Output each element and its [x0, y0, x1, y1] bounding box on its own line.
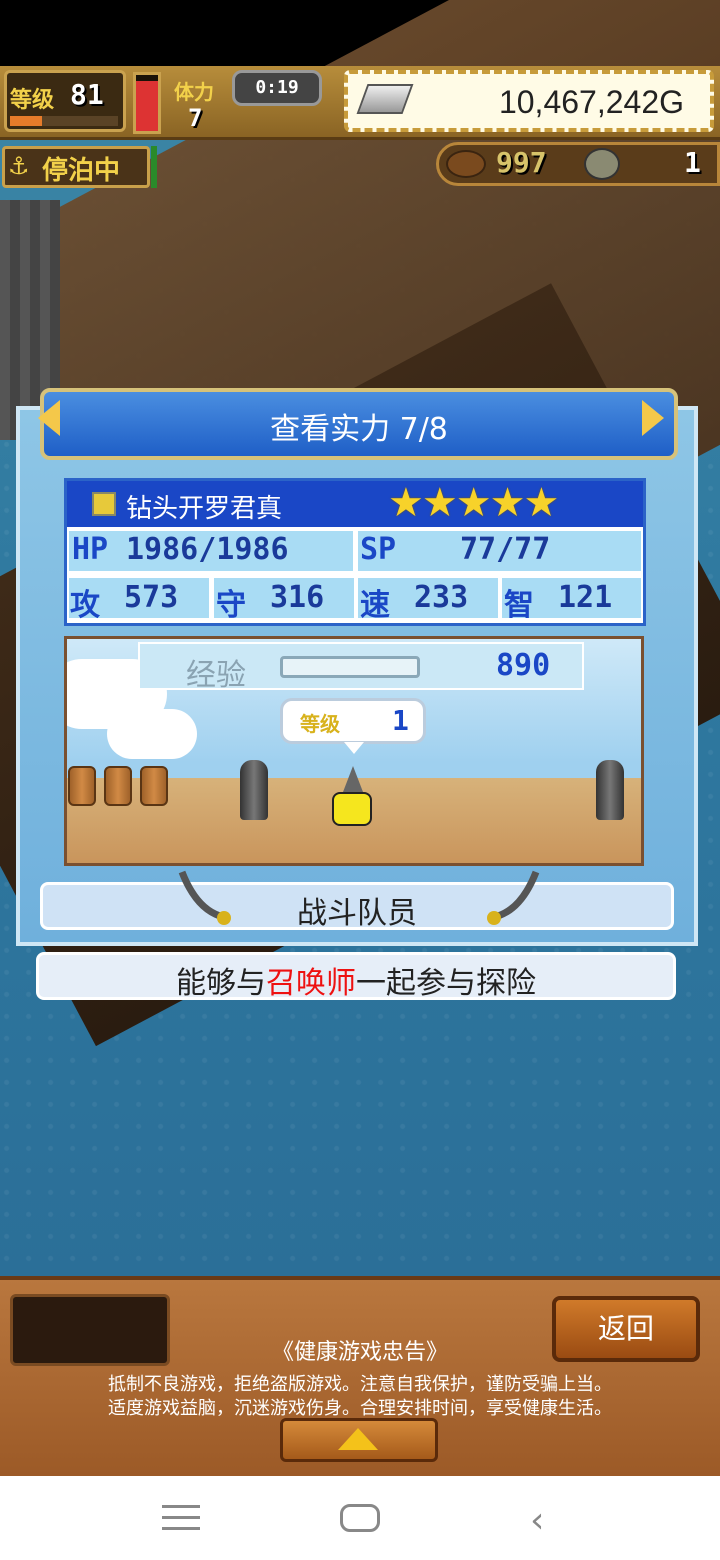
description-prefix: 能够与 [176, 966, 266, 1001]
barrel-icon [446, 150, 486, 178]
sp-label: SP [360, 532, 397, 567]
health-advisory-line-1: 抵制不良游戏，拒绝盗版游戏。注意自我保护，谨防受骗上当。 [108, 1374, 612, 1395]
level-value: 81 [70, 78, 104, 111]
team-label: 战斗队员 [297, 896, 417, 931]
spd-value: 233 [414, 580, 469, 615]
prev-arrow-icon[interactable] [38, 400, 60, 436]
gold-value: 10,467,242G [498, 84, 684, 120]
def-label: 守 [216, 588, 246, 623]
atk-value: 573 [124, 580, 179, 615]
rarity-stars: ★★★★★ [388, 480, 559, 526]
level-label: 等级 [10, 88, 55, 113]
character-name: 钻头开罗君真 [126, 494, 283, 524]
description: 能够与召唤师一起参与探险 [36, 958, 676, 1002]
bubble-level-value: 1 [392, 704, 409, 737]
recent-apps-icon[interactable] [162, 1505, 200, 1531]
exp-label: 经验 [186, 658, 246, 693]
barrel [104, 766, 132, 806]
stamina-panel: 体力 7 [170, 72, 240, 134]
exp-value: 890 [496, 648, 551, 683]
drill-hat-icon [343, 766, 363, 792]
bubble-level-label: 等级 [300, 712, 340, 736]
cloud [107, 709, 197, 759]
dialog-title: 查看实力 7/8 [270, 412, 448, 447]
cannon [240, 760, 268, 820]
moored-label: 停泊中 [42, 156, 121, 186]
timer: 0:19 [232, 70, 322, 106]
moored-indicator [151, 146, 157, 188]
job-icon [92, 492, 116, 516]
cannon [596, 760, 624, 820]
up-arrow-icon [338, 1428, 378, 1450]
barrel [68, 766, 96, 806]
health-advisory-line-2: 适度游戏益脑，沉迷游戏伤身。合理安排时间，享受健康生活。 [108, 1398, 612, 1419]
description-suffix: 一起参与探险 [356, 966, 536, 1001]
sp-value: 77/77 [460, 532, 551, 567]
hp-gauge [133, 72, 161, 134]
stamina-label: 体力 [174, 80, 214, 104]
atk-label: 攻 [70, 588, 100, 623]
character-sprite [332, 792, 372, 826]
int-label: 智 [504, 588, 534, 623]
back-arrow-icon[interactable]: ‹ [530, 1500, 544, 1541]
spd-label: 速 [360, 588, 390, 623]
resource-value-1: 997 [496, 146, 547, 179]
hp-value: 1986/1986 [126, 532, 289, 567]
home-icon[interactable] [340, 1504, 380, 1532]
stamina-value: 7 [188, 104, 203, 132]
bubble-tail [344, 742, 364, 754]
barrel [140, 766, 168, 806]
level-progress-bar [10, 116, 118, 126]
resource-value-2: 1 [684, 146, 701, 179]
anchor-icon: ⚓ [8, 152, 30, 180]
exp-bar [280, 656, 420, 678]
description-highlight: 召唤师 [266, 966, 356, 1001]
health-advisory-title: 《健康游戏忠告》 [271, 1340, 448, 1365]
hp-label: HP [72, 532, 109, 567]
int-value: 121 [558, 580, 613, 615]
def-value: 316 [270, 580, 325, 615]
next-arrow-icon[interactable] [642, 400, 664, 436]
coin-icon [584, 148, 620, 180]
